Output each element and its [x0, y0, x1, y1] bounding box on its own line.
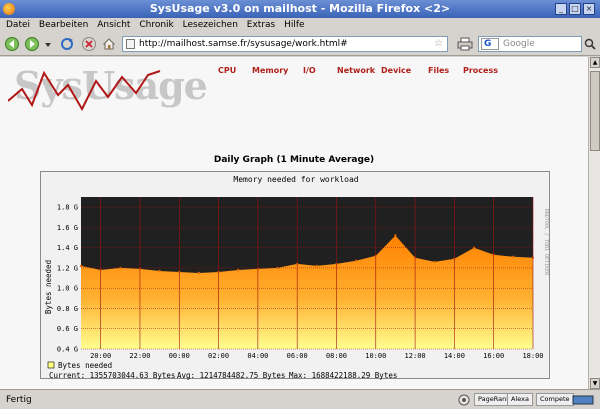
- back-arrow-icon[interactable]: [5, 37, 19, 51]
- forward-arrow-icon[interactable]: [25, 37, 39, 51]
- scroll-down-icon[interactable]: ▼: [590, 378, 600, 389]
- menu-ansicht[interactable]: Ansicht: [97, 18, 130, 32]
- x-tick-label: 22:00: [129, 352, 150, 360]
- chart-title: Memory needed for workload: [233, 175, 358, 184]
- menu-bearbeiten[interactable]: Bearbeiten: [39, 18, 88, 32]
- menu-extras[interactable]: Extras: [247, 18, 275, 32]
- stat-current: Current: 1355703044.63 Bytes: [49, 371, 175, 380]
- memory-point: [394, 234, 397, 237]
- graph-caption: Daily Graph (1 Minute Average): [213, 155, 375, 165]
- menu-datei[interactable]: Datei: [6, 18, 30, 32]
- x-tick-label: 12:00: [405, 352, 426, 360]
- y-tick-label: 1.2 G: [57, 264, 78, 272]
- y-tick-label: 0.4 G: [57, 346, 78, 354]
- x-tick-label: 16:00: [483, 352, 504, 360]
- search-field[interactable]: G Google: [478, 36, 582, 52]
- minimize-button[interactable]: _: [555, 3, 567, 15]
- memory-point: [512, 255, 515, 258]
- x-tick-label: 14:00: [444, 352, 465, 360]
- y-tick-label: 1.4 G: [57, 244, 78, 252]
- memory-chart: Memory needed for workload Bytes needed …: [44, 175, 549, 380]
- menu-chronik[interactable]: Chronik: [139, 18, 173, 32]
- y-tick-label: 0.6 G: [57, 325, 78, 333]
- x-tick-label: 00:00: [169, 352, 190, 360]
- nav-network[interactable]: Network: [337, 66, 375, 75]
- x-tick-label: 06:00: [287, 352, 308, 360]
- memory-graph: Memory needed for workload Bytes needed …: [40, 171, 550, 380]
- y-tick-label: 1.8 G: [57, 204, 78, 212]
- window-title: SysUsage v3.0 on mailhost - Mozilla Fire…: [149, 2, 451, 15]
- scroll-thumb[interactable]: [590, 71, 600, 151]
- x-tick-label: 02:00: [208, 352, 229, 360]
- security-icon[interactable]: [458, 394, 470, 406]
- url-field[interactable]: http://mailhost.samse.fr/sysusage/work.h…: [122, 36, 448, 52]
- scroll-up-icon[interactable]: ▲: [590, 57, 600, 68]
- nav-cpu[interactable]: CPU: [218, 66, 236, 75]
- x-tick-layer: 20:00 22:00 00:00 02:00 04:00 06:00 08:00 10:00…: [90, 352, 543, 360]
- search-engine-icon[interactable]: G: [481, 38, 499, 50]
- x-tick-label: 20:00: [90, 352, 111, 360]
- stop-icon[interactable]: [82, 37, 96, 51]
- y-tick-label: 0.8 G: [57, 305, 78, 313]
- nav-device[interactable]: Device: [381, 66, 411, 75]
- x-tick-label: 08:00: [326, 352, 347, 360]
- x-tick-label: 04:00: [247, 352, 268, 360]
- memory-point: [158, 269, 161, 273]
- memory-point: [315, 264, 318, 268]
- url-text: http://mailhost.samse.fr/sysusage/work.h…: [139, 39, 348, 49]
- memory-point: [197, 271, 201, 275]
- maximize-button[interactable]: □: [569, 3, 581, 15]
- vertical-scrollbar[interactable]: ▲ ▼: [588, 57, 600, 389]
- stat-max: Max: 1688422188.29 Bytes: [289, 371, 397, 380]
- status-bar: Fertig PageRank Alexa Compete: [0, 389, 600, 409]
- page-content: SysUsage CPU Memory I/O Network Device F…: [0, 57, 588, 389]
- nav-io[interactable]: I/O: [303, 66, 316, 75]
- menu-lesezeichen[interactable]: Lesezeichen: [183, 18, 238, 32]
- legend-label: Bytes needed: [58, 361, 112, 370]
- addon-icon[interactable]: [572, 394, 594, 406]
- print-icon[interactable]: [457, 37, 473, 51]
- menu-bar: Datei Bearbeiten Ansicht Chronik Lesezei…: [0, 18, 600, 32]
- x-tick-label: 10:00: [365, 352, 386, 360]
- window-titlebar: SysUsage v3.0 on mailhost - Mozilla Fire…: [0, 0, 600, 18]
- y-tick-label: 1.0 G: [57, 285, 78, 293]
- y-tick-label: 1.6 G: [57, 224, 78, 232]
- logo-graph-icon: [8, 70, 161, 112]
- reload-icon[interactable]: [60, 37, 74, 51]
- search-go-icon[interactable]: [584, 37, 596, 51]
- memory-point: [354, 259, 358, 262]
- memory-point: [433, 260, 436, 264]
- y-axis-label: Bytes needed: [44, 260, 53, 314]
- history-dropdown-icon[interactable]: [43, 37, 53, 51]
- status-text: Fertig: [6, 395, 32, 405]
- y-tick-layer: 0.4 G 0.6 G 0.8 G 1.0 G 1.2 G 1.4 G 1.6 G 1.8 G: [57, 204, 78, 354]
- close-button[interactable]: ×: [583, 3, 595, 15]
- bookmark-star-icon[interactable]: ☆: [434, 37, 443, 51]
- stat-avg: Avg: 1214784482.75 Bytes: [177, 371, 285, 380]
- memory-point: [79, 264, 83, 268]
- memory-point: [237, 268, 240, 272]
- compete-widget[interactable]: Compete: [536, 393, 574, 406]
- search-placeholder: Google: [503, 39, 535, 49]
- rrdtool-watermark: RRDTOOL / TOBI OETIKER: [543, 209, 549, 276]
- alexa-widget[interactable]: Alexa: [507, 393, 533, 406]
- menu-hilfe[interactable]: Hilfe: [284, 18, 304, 32]
- page-icon: [126, 39, 135, 49]
- nav-memory[interactable]: Memory: [252, 66, 288, 75]
- legend-swatch: [47, 361, 55, 369]
- nav-process[interactable]: Process: [463, 66, 498, 75]
- nav-files[interactable]: Files: [428, 66, 449, 75]
- navigation-toolbar: http://mailhost.samse.fr/sysusage/work.h…: [0, 32, 600, 56]
- home-icon[interactable]: [102, 37, 116, 51]
- x-tick-label: 18:00: [522, 352, 543, 360]
